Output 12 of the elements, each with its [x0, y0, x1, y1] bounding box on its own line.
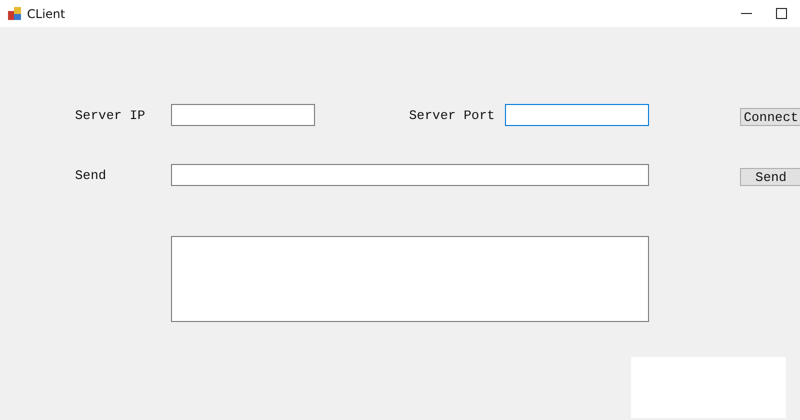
server-ip-label: Server IP [75, 108, 146, 122]
server-port-label: Server Port [409, 108, 496, 122]
server-ip-field[interactable] [171, 104, 315, 126]
connect-button[interactable]: Connect [740, 108, 800, 126]
send-button[interactable]: Send [740, 168, 800, 186]
window-title: CLient [27, 6, 66, 20]
send-field[interactable] [171, 164, 649, 186]
server-port-field[interactable] [505, 104, 649, 126]
send-label: Send [75, 168, 108, 182]
app-icon [8, 6, 22, 20]
log-textarea[interactable] [171, 236, 649, 322]
maximize-icon[interactable] [776, 8, 787, 19]
